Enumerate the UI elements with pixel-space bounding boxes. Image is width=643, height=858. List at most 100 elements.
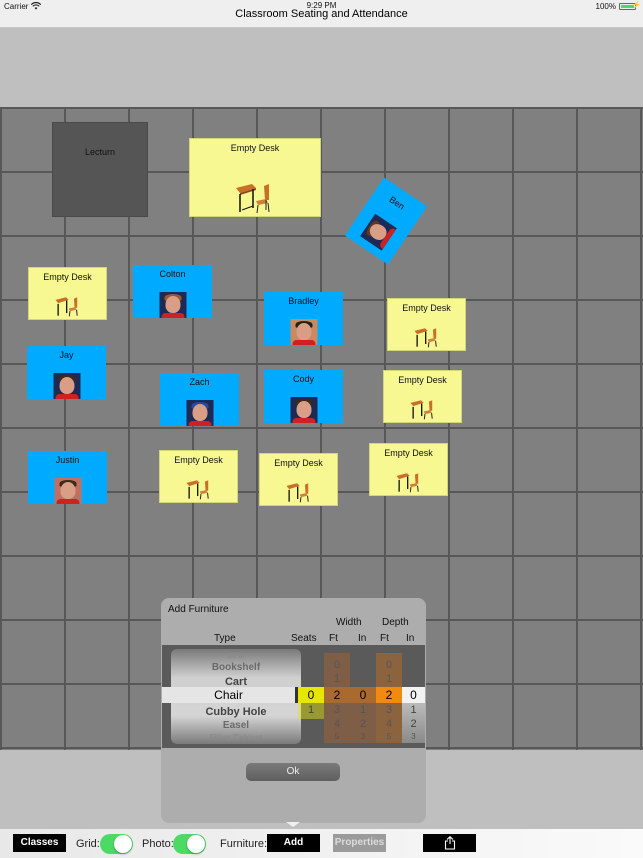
width-in-wheel[interactable]: 0 1 2 3: [350, 645, 376, 748]
photo-toggle[interactable]: [173, 834, 206, 854]
bottom-toolbar: Classes Grid: Photo: Furniture: Add Prop…: [0, 829, 643, 858]
type-header: Type: [214, 633, 236, 644]
furniture-picker[interactable]: Desk Bookshelf Cart Cubby Hole Easel Fil…: [162, 645, 425, 748]
student-photo: [360, 213, 397, 251]
type-option[interactable]: Easel: [171, 720, 301, 731]
depth-ft-option[interactable]: 1: [376, 673, 402, 685]
empty-desk[interactable]: Empty Desk: [159, 450, 238, 503]
lectern[interactable]: Lecturn: [52, 122, 148, 217]
student-name: Ben: [387, 194, 407, 212]
depth-in-selected[interactable]: 0: [402, 688, 425, 702]
grid-toggle[interactable]: [100, 834, 133, 854]
type-option[interactable]: Desk: [171, 653, 301, 660]
student-name: Justin: [55, 455, 80, 465]
empty-desk-label: Empty Desk: [274, 458, 323, 468]
type-option[interactable]: Bookshelf: [171, 662, 301, 673]
student-name: Bradley: [288, 296, 319, 306]
properties-button[interactable]: Properties: [333, 834, 386, 852]
student-photo: [186, 400, 213, 426]
seats-header: Seats: [291, 633, 317, 644]
student-name: Jay: [59, 350, 74, 360]
charging-icon: ⚡: [632, 2, 641, 9]
type-option[interactable]: Filing Cabinet: [171, 733, 301, 742]
student-card-cody[interactable]: Cody: [264, 370, 343, 423]
depth-in-option[interactable]: 1: [402, 704, 425, 716]
seats-selected[interactable]: 0: [298, 688, 324, 702]
classes-button[interactable]: Classes: [13, 834, 66, 852]
student-card-zach[interactable]: Zach: [160, 373, 239, 426]
empty-desk-label: Empty Desk: [398, 375, 447, 385]
popover-arrow: [286, 822, 300, 827]
desk-chair-icon: [186, 480, 209, 500]
width-ft-header: Ft: [329, 633, 338, 644]
depth-header: Depth: [382, 617, 409, 628]
width-in-selected[interactable]: 0: [350, 688, 376, 702]
seats-option[interactable]: 1: [298, 704, 324, 716]
desk-chair-icon: [410, 400, 433, 420]
share-button[interactable]: [423, 834, 476, 852]
student-card-justin[interactable]: Justin: [28, 451, 107, 504]
student-card-ben[interactable]: Ben: [344, 177, 428, 265]
header-area: [0, 28, 643, 107]
student-card-colton[interactable]: Colton: [133, 265, 212, 318]
student-card-jay[interactable]: Jay: [27, 346, 106, 399]
desk-chair-icon: [236, 184, 270, 214]
status-nav-bar: Carrier 9:29 PM Classroom Seating and At…: [0, 0, 643, 28]
lectern-label: Lecturn: [84, 147, 116, 157]
app-root: Carrier 9:29 PM Classroom Seating and At…: [0, 0, 643, 858]
width-ft-selected[interactable]: 2: [324, 688, 350, 702]
depth-in-option[interactable]: 2: [402, 718, 425, 730]
width-ft-option[interactable]: 4: [324, 718, 350, 730]
student-photo: [290, 397, 317, 423]
depth-ft-selected[interactable]: 2: [376, 688, 402, 702]
student-photo: [54, 478, 81, 504]
width-ft-wheel[interactable]: 0 1 2 3 4 5: [324, 645, 350, 748]
student-name: Cody: [292, 374, 314, 384]
type-option[interactable]: Cubby Hole: [171, 706, 301, 718]
depth-ft-option[interactable]: 0: [376, 659, 402, 671]
add-furniture-popover: Add Furniture Width Depth Type Seats Ft …: [161, 598, 426, 827]
width-ft-option[interactable]: 1: [324, 673, 350, 685]
empty-desk[interactable]: Empty Desk: [189, 138, 321, 217]
desk-chair-icon: [414, 328, 437, 348]
ok-button[interactable]: Ok: [246, 763, 340, 781]
furniture-label: Furniture:: [220, 838, 268, 850]
empty-desk[interactable]: Empty Desk: [28, 267, 107, 320]
popover-title: Add Furniture: [168, 604, 229, 615]
width-ft-option[interactable]: 3: [324, 704, 350, 716]
width-in-header: In: [358, 633, 367, 644]
empty-desk-label: Empty Desk: [174, 455, 223, 465]
empty-desk-label: Empty Desk: [230, 143, 280, 153]
depth-ft-wheel[interactable]: 0 1 2 3 4 5: [376, 645, 402, 748]
width-ft-option[interactable]: 0: [324, 659, 350, 671]
add-furniture-button[interactable]: Add: [267, 834, 320, 852]
depth-ft-option[interactable]: 3: [376, 704, 402, 716]
empty-desk[interactable]: Empty Desk: [383, 370, 462, 423]
empty-desk[interactable]: Empty Desk: [259, 453, 338, 506]
battery-percent: 100%: [595, 2, 616, 11]
depth-ft-header: Ft: [380, 633, 389, 644]
depth-in-wheel[interactable]: 0 1 2 3: [402, 645, 425, 748]
empty-desk[interactable]: Empty Desk: [387, 298, 466, 351]
student-card-bradley[interactable]: Bradley: [264, 292, 343, 345]
student-name: Zach: [189, 377, 210, 387]
student-photo: [290, 319, 317, 345]
width-header: Width: [336, 617, 362, 628]
student-photo: [53, 373, 80, 399]
empty-desk-label: Empty Desk: [402, 303, 451, 313]
seats-wheel[interactable]: 0 1: [298, 645, 324, 748]
empty-desk-label: Empty Desk: [384, 448, 433, 458]
student-photo: [159, 292, 186, 318]
share-icon: [444, 836, 455, 850]
empty-desk[interactable]: Empty Desk: [369, 443, 448, 496]
desk-chair-icon: [286, 483, 309, 503]
selected-type[interactable]: Chair: [162, 687, 295, 703]
width-in-option[interactable]: 2: [350, 718, 376, 730]
depth-in-option[interactable]: 3: [402, 732, 425, 741]
depth-ft-option[interactable]: 5: [376, 732, 402, 741]
desk-chair-icon: [396, 473, 419, 493]
width-ft-option[interactable]: 5: [324, 732, 350, 741]
depth-ft-option[interactable]: 4: [376, 718, 402, 730]
width-in-option[interactable]: 1: [350, 704, 376, 716]
width-in-option[interactable]: 3: [350, 732, 376, 741]
